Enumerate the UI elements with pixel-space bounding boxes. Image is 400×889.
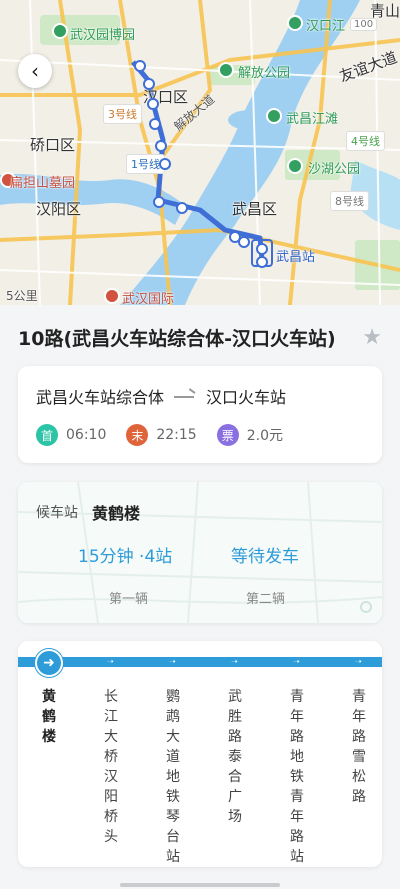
shahu-poi-icon[interactable] <box>287 158 303 174</box>
home-indicator[interactable] <box>120 883 280 887</box>
park-poi-icon[interactable] <box>218 62 234 78</box>
map-scale: 5公里 <box>6 289 38 303</box>
map-label-qiaokou: 硚口区 <box>30 136 76 154</box>
map-bus-stop[interactable] <box>256 243 268 255</box>
stops-card: ➝ ➝ ➝ ➝ ➝ ➜ 黄鹤楼 长江大桥汉阳桥头 鹦鹉大道地铁琴台站 武胜路泰合… <box>18 641 382 867</box>
arrow-right-icon: ➝ <box>355 657 362 666</box>
arrow-right-icon <box>174 391 196 401</box>
origin-stop: 武昌火车站综合体 <box>36 388 165 407</box>
route-detail-sheet: 10路(武昌火车站综合体-汉口火车站) ★ 武昌火车站综合体 汉口火车站 首 0… <box>0 305 400 889</box>
poi-shahu-label: 沙湖公园 <box>308 162 361 177</box>
stop-item[interactable]: 黄鹤楼 <box>40 687 58 747</box>
waiting-stop-row: 候车站 黄鹤楼 <box>36 500 140 524</box>
waiting-card[interactable]: 候车站 黄鹤楼 15分钟 ·4站 等待发车 第一辆 第二辆 <box>18 482 382 623</box>
stop-item[interactable]: 青年路雪松路 <box>350 687 368 807</box>
second-vehicle-label: 第二辆 <box>246 592 286 607</box>
first-bus-time: 06:10 <box>66 427 107 443</box>
metro-line-3-tag: 3号线 <box>103 104 142 124</box>
poi-museum-label: 武汉园博园 <box>70 28 136 43</box>
stop-item[interactable]: 鹦鹉大道地铁琴台站 <box>164 687 182 867</box>
last-bus-time: 22:15 <box>156 427 197 443</box>
stop-item[interactable]: 青年路地铁青年路站 <box>288 687 306 867</box>
waiting-label: 候车站 <box>36 505 78 521</box>
poi-jiefang-label: 解放公园 <box>238 66 291 81</box>
star-icon[interactable]: ★ <box>362 325 382 350</box>
first-vehicle-label: 第一辆 <box>109 592 149 607</box>
map-bus-stop[interactable] <box>238 236 250 248</box>
fare: 票 2.0元 <box>216 424 283 446</box>
map-bus-stop[interactable] <box>134 60 146 72</box>
poi-jiangtan-label: 武昌江滩 <box>286 112 339 127</box>
route-title: 10路(武昌火车站综合体-汉口火车站) <box>18 327 336 350</box>
map-label-wuchang: 武昌区 <box>232 200 278 218</box>
last-bus-badge: 末 <box>126 424 149 446</box>
route-track <box>18 657 382 667</box>
map-bus-stop[interactable] <box>176 202 188 214</box>
first-vehicle-eta: 15分钟 ·4站 <box>78 547 173 567</box>
second-vehicle-eta: 等待发车 <box>231 547 299 567</box>
hankou-poi-icon[interactable] <box>287 15 303 31</box>
arrow-right-icon: ➝ <box>293 657 300 666</box>
back-button[interactable]: ‹ <box>18 54 52 88</box>
road-tag-100: 100 <box>350 18 378 31</box>
map-bus-stop[interactable] <box>147 98 159 110</box>
times-row: 首 06:10 末 22:15 票 2.0元 <box>36 424 364 446</box>
stop-item[interactable]: 武胜路泰合广场 <box>226 687 244 827</box>
map-bus-stop[interactable] <box>256 256 268 268</box>
arrow-right-icon: ➝ <box>107 657 114 666</box>
metro-line-4-tag: 4号线 <box>346 131 385 151</box>
poi-bianmu-label: 扁担山墓园 <box>10 176 76 191</box>
map-bus-stop[interactable] <box>143 78 155 90</box>
arrow-right-icon: ➝ <box>231 657 238 666</box>
route-map[interactable]: 汉口区 硚口区 汉阳区 武昌区 青山 友谊大道 解放大道 5公里 武汉园博园 解… <box>0 0 400 305</box>
map-bus-stop[interactable] <box>153 196 165 208</box>
map-label-hanyang: 汉阳区 <box>36 200 82 218</box>
title-row: 10路(武昌火车站综合体-汉口火车站) ★ <box>18 323 382 351</box>
direction-row[interactable]: 武昌火车站综合体 汉口火车站 <box>36 384 364 408</box>
route-info-card: 武昌火车站综合体 汉口火车站 首 06:10 末 22:15 票 2.0元 <box>18 366 382 463</box>
waiting-stop-name: 黄鹤楼 <box>92 504 141 523</box>
fare-value: 2.0元 <box>246 428 283 444</box>
poi-hankou-label: 汉口江 <box>306 19 346 34</box>
jiangtan-poi-icon[interactable] <box>266 108 282 124</box>
fare-badge: 票 <box>216 424 239 446</box>
map-bus-stop[interactable] <box>155 140 167 152</box>
map-bus-stop[interactable] <box>149 118 161 130</box>
last-bus: 末 22:15 <box>126 424 197 446</box>
expo-poi-icon[interactable] <box>104 288 120 304</box>
poi-expo-label: 武汉国际 <box>122 292 175 305</box>
poi-wuchang-station-label: 武昌站 <box>276 250 316 265</box>
metro-line-8-tag: 8号线 <box>330 191 369 211</box>
map-bus-stop[interactable] <box>159 158 171 170</box>
destination-stop: 汉口火车站 <box>206 388 287 407</box>
arrow-right-circle-icon: ➜ <box>35 649 63 677</box>
first-bus-badge: 首 <box>36 424 58 446</box>
chevron-left-icon: ‹ <box>31 59 39 83</box>
arrow-right-icon: ➝ <box>169 657 176 666</box>
first-bus: 首 06:10 <box>36 424 106 446</box>
location-icon[interactable] <box>360 601 372 613</box>
stop-item[interactable]: 长江大桥汉阳桥头 <box>102 687 120 847</box>
museum-poi-icon[interactable] <box>52 23 68 39</box>
